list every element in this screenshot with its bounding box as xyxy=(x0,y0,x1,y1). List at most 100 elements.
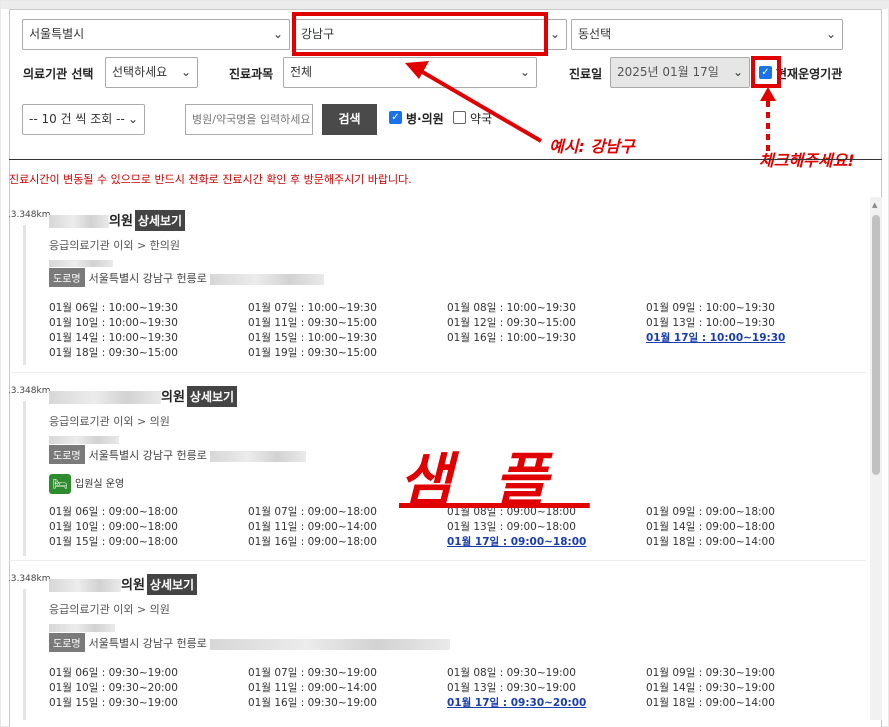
schedule-entry: 01월 14일 : 10:00~19:30 xyxy=(49,332,178,344)
schedule-entry: 01월 15일 : 09:00~18:00 xyxy=(49,536,178,548)
page-size-select[interactable]: -- 10 건 씩 조회 -- ⌄ xyxy=(22,104,145,135)
schedule-entry: 01월 12일 : 09:30~15:00 xyxy=(447,317,576,329)
schedule-entry: 01월 13일 : 10:00~19:30 xyxy=(646,317,775,329)
chevron-down-icon: ⌄ xyxy=(180,65,191,79)
schedule-entry: 01월 14일 : 09:00~18:00 xyxy=(646,521,775,533)
address: 도로명 서울특별시 강남구 헌릉로 xyxy=(49,268,325,287)
dong-select[interactable]: 동선택 ⌄ xyxy=(571,19,843,50)
schedule-entry: 01월 07일 : 09:00~18:00 xyxy=(248,506,377,518)
schedule-entry: 01월 07일 : 10:00~19:30 xyxy=(248,302,377,314)
address-text: 서울특별시 강남구 헌릉로 xyxy=(88,272,207,285)
item-accent-bar xyxy=(23,401,26,556)
clinic-checkbox[interactable]: ✓ xyxy=(389,111,402,124)
schedule-entry: 01월 10일 : 09:30~20:00 xyxy=(49,682,178,694)
schedule-entry: 01월 10일 : 09:00~18:00 xyxy=(49,521,178,533)
city-select[interactable]: 서울특별시 ⌄ xyxy=(22,19,290,50)
schedule-entry: 01월 08일 : 10:00~19:30 xyxy=(447,302,576,314)
address-text: 서울특별시 강남구 헌릉로 xyxy=(88,449,207,462)
blurred-name xyxy=(49,579,121,592)
schedule-entry-today: 01월 17일 : 10:00~19:30 xyxy=(646,332,786,344)
schedule-entry: 01월 16일 : 09:30~19:00 xyxy=(248,697,377,709)
institution-type-label: 의료기관 선택 xyxy=(23,67,94,81)
schedule-entry: 01월 18일 : 09:00~14:00 xyxy=(646,536,775,548)
distance: 13.348km xyxy=(9,574,51,584)
pharmacy-label: 약국 xyxy=(470,112,493,126)
schedule-entry: 01월 07일 : 09:30~19:00 xyxy=(248,667,377,679)
clinic-label: 병·의원 xyxy=(406,112,444,126)
schedule-entry: 01월 15일 : 10:00~19:30 xyxy=(248,332,377,344)
sample-watermark: 샘플 xyxy=(399,446,590,514)
hospital-name: 의원 상세보기 xyxy=(49,574,198,595)
detail-button[interactable]: 상세보기 xyxy=(146,574,198,595)
schedule-entry: 01월 16일 : 09:00~18:00 xyxy=(248,536,377,548)
name-suffix: 의원 xyxy=(109,214,133,229)
annotation-example: 예시: 강남구 xyxy=(549,137,635,156)
detail-button[interactable]: 상세보기 xyxy=(186,386,238,407)
schedule-entry: 01월 15일 : 09:30~19:00 xyxy=(49,697,178,709)
chevron-down-icon: ⌄ xyxy=(549,27,560,41)
schedule-entry: 01월 11일 : 09:00~14:00 xyxy=(248,682,377,694)
search-input[interactable]: 병원/약국명을 입력하세요 xyxy=(185,104,313,135)
schedule-entry: 01월 16일 : 10:00~19:30 xyxy=(447,332,576,344)
schedule-entry: 01월 13일 : 09:00~18:00 xyxy=(447,521,576,533)
city-select-value: 서울특별시 xyxy=(29,27,85,41)
schedule-entry: 01월 11일 : 09:30~15:00 xyxy=(248,317,377,329)
scroll-up-icon[interactable]: ▲ xyxy=(872,201,877,209)
inpatient-text: 입원실 운영 xyxy=(75,479,125,490)
divider xyxy=(9,159,882,160)
schedule-entry: 01월 09일 : 09:30~19:00 xyxy=(646,667,775,679)
page-size-value: -- 10 건 씩 조회 -- xyxy=(29,112,125,126)
institution-type-select[interactable]: 선택하세요 ⌄ xyxy=(105,57,198,88)
schedule-entry: 01월 06일 : 09:00~18:00 xyxy=(49,506,178,518)
schedule-entry: 01월 18일 : 09:30~15:00 xyxy=(49,347,178,359)
chevron-down-icon: ⌄ xyxy=(519,65,530,79)
highlight-box-district xyxy=(292,12,548,56)
item-accent-bar xyxy=(23,225,26,365)
bed-icon: 🛏 xyxy=(49,474,71,494)
search-button[interactable]: 검색 xyxy=(322,104,377,135)
blurred-address xyxy=(210,638,451,650)
distance: 13.348km xyxy=(9,210,51,220)
highlight-box-checkbox xyxy=(751,56,781,88)
dong-select-value: 동선택 xyxy=(578,27,612,41)
institution-type-value: 선택하세요 xyxy=(112,65,168,79)
chevron-down-icon: ⌄ xyxy=(272,27,283,41)
scrollbar-thumb[interactable] xyxy=(872,215,880,475)
notice-text: 진료시간이 변동될 수 있으므로 반드시 전화로 진료시간 확인 후 방문해주시… xyxy=(9,173,412,186)
list-item: 13.348km 의원 상세보기 응급의료기관 이외 > 한의원 도로명 서울특별시… xyxy=(9,197,866,373)
scrollbar[interactable]: ▲ xyxy=(870,197,882,720)
date-label: 진료일 xyxy=(569,67,603,81)
schedule-entry: 01월 19일 : 09:30~15:00 xyxy=(248,347,377,359)
schedule-entry: 01월 09일 : 09:00~18:00 xyxy=(646,506,775,518)
top-strip xyxy=(1,1,889,9)
pharmacy-checkbox[interactable] xyxy=(453,111,466,124)
address: 도로명 서울특별시 강남구 헌릉로 xyxy=(49,633,451,652)
category: 응급의료기관 이외 > 한의원 xyxy=(49,239,181,252)
date-select-value: 2025년 01월 17일 xyxy=(617,65,719,79)
subject-label: 진료과목 xyxy=(229,67,274,81)
chevron-down-icon: ⌄ xyxy=(127,112,138,126)
list-item: 13.348km 의원 상세보기 응급의료기관 이외 > 의원 도로명 서울특별시 … xyxy=(9,561,866,720)
schedule-entry: 01월 06일 : 09:30~19:00 xyxy=(49,667,178,679)
page: 서울특별시 ⌄ 강남구 ⌄ 동선택 ⌄ 의료기관 선택 선택하세요 ⌄ 진료과목… xyxy=(0,0,889,727)
road-tag: 도로명 xyxy=(49,268,85,287)
schedule-entry: 01월 08일 : 09:30~19:00 xyxy=(447,667,576,679)
schedule-entry: 01월 09일 : 10:00~19:30 xyxy=(646,302,775,314)
road-tag: 도로명 xyxy=(49,633,85,652)
blurred-address xyxy=(210,273,325,285)
schedule-entry: 01월 11일 : 09:00~14:00 xyxy=(248,521,377,533)
distance: 13.348km xyxy=(9,386,51,396)
item-accent-bar xyxy=(23,589,26,720)
subject-select[interactable]: 전체 ⌄ xyxy=(283,57,537,88)
blurred-name xyxy=(49,215,109,228)
category: 응급의료기관 이외 > 의원 xyxy=(49,603,170,616)
chevron-down-icon: ⌄ xyxy=(825,27,836,41)
schedule-entry: 01월 06일 : 10:00~19:30 xyxy=(49,302,178,314)
blurred-name xyxy=(49,391,161,404)
schedule-entry: 01월 10일 : 10:00~19:30 xyxy=(49,317,178,329)
road-tag: 도로명 xyxy=(49,445,85,464)
hospital-name: 의원 상세보기 xyxy=(49,386,238,407)
date-select[interactable]: 2025년 01월 17일 ⌄ xyxy=(610,57,750,88)
name-suffix: 의원 xyxy=(161,390,185,405)
detail-button[interactable]: 상세보기 xyxy=(134,210,186,231)
